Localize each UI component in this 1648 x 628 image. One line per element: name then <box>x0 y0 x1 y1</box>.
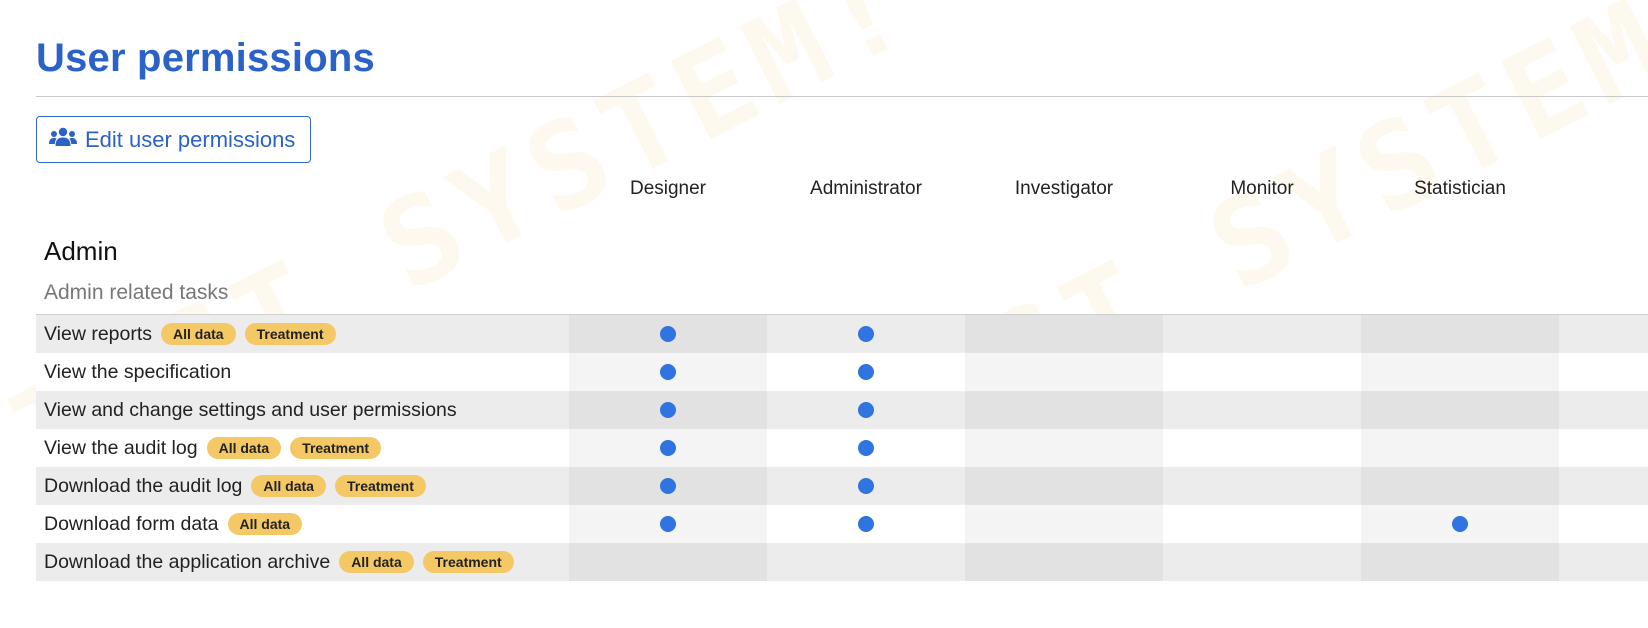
permission-label: View the audit log <box>44 436 198 459</box>
edit-user-permissions-button[interactable]: Edit user permissions <box>36 116 311 163</box>
page: TEST SYSTEM! TEST SYSTEM! User permissio… <box>0 0 1648 628</box>
permission-label-cell: Download the application archive All data… <box>36 543 569 581</box>
granted-dot-icon <box>858 478 874 494</box>
scope-badge: All data <box>339 551 414 573</box>
permission-cell-administrator <box>767 467 965 505</box>
granted-dot-icon <box>858 516 874 532</box>
granted-dot-icon <box>660 402 676 418</box>
permission-cell-statistician <box>1361 315 1559 353</box>
granted-dot-icon <box>660 516 676 532</box>
permission-cell-designer <box>569 467 767 505</box>
permission-cell-extra <box>1559 391 1648 429</box>
permission-cell-extra <box>1559 505 1648 543</box>
section-subtitle: Admin related tasks <box>44 281 229 304</box>
scope-badge: All data <box>227 513 303 535</box>
permission-cell-investigator <box>965 315 1163 353</box>
role-header-statistician: Statistician <box>1414 178 1506 199</box>
scope-badge: All data <box>206 437 282 459</box>
role-header-administrator: Administrator <box>810 178 922 199</box>
permission-cell-investigator <box>965 467 1163 505</box>
scope-badge: Treatment <box>290 437 382 459</box>
permission-label-cell: Download the audit log All data Treatment <box>36 467 569 505</box>
permission-cell-monitor <box>1163 543 1361 581</box>
permission-cell-investigator <box>965 391 1163 429</box>
permission-cell-designer <box>569 543 767 581</box>
permission-cell-statistician <box>1361 391 1559 429</box>
granted-dot-icon <box>858 402 874 418</box>
permission-label-cell: View the audit log All data Treatment <box>36 429 569 467</box>
permission-cell-statistician <box>1361 467 1559 505</box>
section-title: Admin <box>44 236 118 266</box>
permission-cell-monitor <box>1163 353 1361 391</box>
edit-user-permissions-label: Edit user permissions <box>85 126 296 152</box>
permission-cell-extra <box>1559 543 1648 581</box>
table-row: View the audit log All data Treatment <box>36 429 1648 467</box>
table-row: View reports All data Treatment <box>36 315 1648 353</box>
permission-cell-monitor <box>1163 505 1361 543</box>
permission-cell-investigator <box>965 353 1163 391</box>
table-row: Download form data All data <box>36 505 1648 543</box>
permission-cell-investigator <box>965 543 1163 581</box>
permission-label: Download the audit log <box>44 474 243 497</box>
scope-badge: Treatment <box>422 551 514 573</box>
permission-cell-designer <box>569 429 767 467</box>
granted-dot-icon <box>1452 516 1468 532</box>
permission-cell-administrator <box>767 543 965 581</box>
table-row: View the specification <box>36 353 1648 391</box>
permission-label: View reports <box>44 322 153 345</box>
granted-dot-icon <box>858 440 874 456</box>
permission-cell-extra <box>1559 429 1648 467</box>
permission-cell-designer <box>569 505 767 543</box>
users-icon <box>49 127 77 153</box>
permission-cell-statistician <box>1361 505 1559 543</box>
permission-cell-statistician <box>1361 429 1559 467</box>
permission-cell-investigator <box>965 505 1163 543</box>
granted-dot-icon <box>660 440 676 456</box>
title-divider <box>36 96 1648 97</box>
permission-cell-monitor <box>1163 467 1361 505</box>
permission-cell-extra <box>1559 315 1648 353</box>
permission-cell-administrator <box>767 353 965 391</box>
permission-cell-extra <box>1559 353 1648 391</box>
permission-label-cell: Download form data All data <box>36 505 569 543</box>
permission-cell-administrator <box>767 429 965 467</box>
permission-label-cell: View the specification <box>36 353 569 391</box>
page-title: User permissions <box>36 36 375 80</box>
permission-cell-designer <box>569 391 767 429</box>
role-header-investigator: Investigator <box>1014 178 1114 199</box>
permission-label: Download form data <box>44 512 219 535</box>
scope-badge: Treatment <box>244 323 336 345</box>
scope-badge: All data <box>161 323 236 345</box>
permission-cell-designer <box>569 353 767 391</box>
permission-cell-monitor <box>1163 391 1361 429</box>
scope-badge: Treatment <box>334 475 426 497</box>
table-row: View and change settings and user permis… <box>36 391 1648 429</box>
granted-dot-icon <box>660 326 676 342</box>
table-row: Download the application archive All data… <box>36 543 1648 581</box>
permissions-table: View reports All data Treatment View the sp… <box>36 315 1648 581</box>
table-row: Download the audit log All data Treatment <box>36 467 1648 505</box>
permission-label: View the specification <box>44 360 232 383</box>
permission-cell-monitor <box>1163 315 1361 353</box>
role-header-designer: Designer <box>629 178 707 199</box>
permission-cell-administrator <box>767 391 965 429</box>
granted-dot-icon <box>858 364 874 380</box>
permission-cell-statistician <box>1361 353 1559 391</box>
permission-cell-administrator <box>767 505 965 543</box>
granted-dot-icon <box>858 326 874 342</box>
permission-cell-statistician <box>1361 543 1559 581</box>
granted-dot-icon <box>660 478 676 494</box>
scope-badge: All data <box>251 475 326 497</box>
permission-cell-administrator <box>767 315 965 353</box>
granted-dot-icon <box>660 364 676 380</box>
permission-cell-extra <box>1559 467 1648 505</box>
permission-cell-designer <box>569 315 767 353</box>
permission-label: Download the application archive <box>44 550 331 573</box>
permission-cell-investigator <box>965 429 1163 467</box>
permission-label-cell: View reports All data Treatment <box>36 315 569 353</box>
permission-label-cell: View and change settings and user permis… <box>36 391 569 429</box>
permission-label: View and change settings and user permis… <box>44 398 457 421</box>
permission-cell-monitor <box>1163 429 1361 467</box>
role-header-monitor: Monitor <box>1230 178 1294 199</box>
